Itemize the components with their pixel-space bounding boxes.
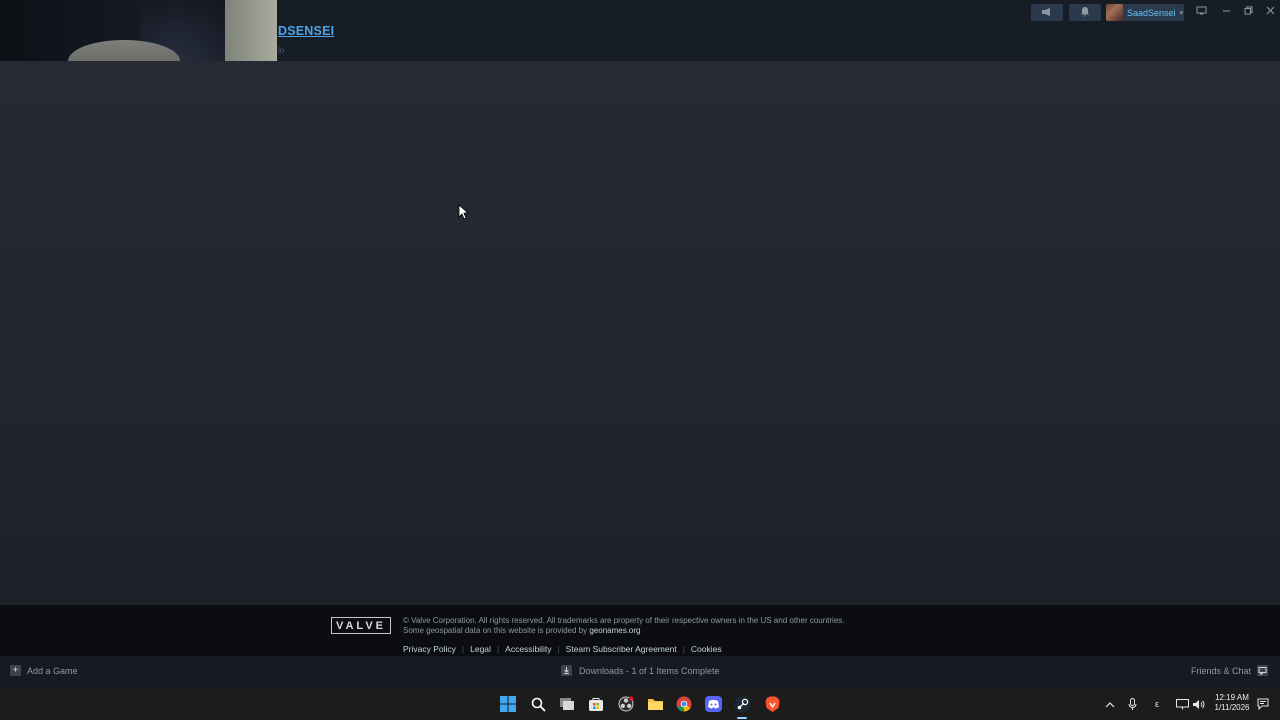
bell-icon bbox=[1080, 4, 1090, 22]
copyright-line: © Valve Corporation. All rights reserved… bbox=[403, 616, 845, 625]
clock-date: 1/11/2026 bbox=[1214, 703, 1250, 712]
add-game-label: Add a Game bbox=[27, 665, 78, 676]
privacy-policy-link[interactable]: Privacy Policy bbox=[403, 644, 456, 654]
geodata-line: Some geospatial data on this website is … bbox=[403, 626, 923, 636]
profile-subtext: lo bbox=[278, 46, 285, 55]
obs-icon[interactable] bbox=[617, 695, 635, 713]
network-icon[interactable] bbox=[1175, 697, 1189, 711]
volume-icon[interactable] bbox=[1191, 697, 1205, 711]
user-menu-button[interactable]: SaadSensei ▾ bbox=[1106, 4, 1184, 21]
geonames-link[interactable]: geonames.org bbox=[589, 626, 640, 635]
friends-chat-label: Friends & Chat bbox=[1190, 665, 1251, 676]
language-indicator[interactable]: ε bbox=[1150, 697, 1164, 711]
friends-chat-button[interactable]: Friends & Chat bbox=[1191, 665, 1268, 676]
store-icon[interactable] bbox=[587, 695, 605, 713]
main-content bbox=[0, 61, 1280, 605]
task-view-icon[interactable] bbox=[558, 695, 576, 713]
megaphone-icon bbox=[1041, 4, 1053, 22]
steam-bottom-bar: + Add a Game Downloads - 1 of 1 Items Co… bbox=[0, 656, 1280, 688]
announcements-button[interactable] bbox=[1031, 4, 1063, 21]
restore-button[interactable] bbox=[1239, 3, 1257, 19]
link-separator: | bbox=[557, 644, 560, 654]
restore-icon bbox=[1244, 2, 1253, 20]
minimize-button[interactable] bbox=[1217, 3, 1235, 19]
discord-icon[interactable] bbox=[704, 695, 722, 713]
minimize-icon bbox=[1222, 2, 1231, 20]
close-icon bbox=[1266, 2, 1275, 20]
user-menu-name: SaadSensei bbox=[1127, 7, 1176, 18]
chat-icon bbox=[1257, 665, 1268, 676]
avatar bbox=[1106, 4, 1123, 21]
microphone-icon[interactable] bbox=[1125, 697, 1139, 711]
downloads-button[interactable]: Downloads - 1 of 1 Items Complete bbox=[561, 665, 720, 676]
download-icon bbox=[561, 665, 572, 676]
windows-taskbar: ε 12:19 AM 1/11/2026 bbox=[0, 688, 1280, 720]
notification-center-icon[interactable] bbox=[1256, 697, 1270, 711]
close-button[interactable] bbox=[1261, 3, 1279, 19]
copyright-text: © Valve Corporation. All rights reserved… bbox=[403, 616, 923, 636]
big-picture-button[interactable] bbox=[1192, 3, 1210, 19]
link-separator: | bbox=[461, 644, 465, 654]
mouse-cursor-icon bbox=[458, 204, 470, 220]
brave-icon[interactable] bbox=[763, 695, 781, 713]
link-separator: | bbox=[682, 644, 685, 654]
accessibility-link[interactable]: Accessibility bbox=[505, 644, 551, 654]
monitor-icon bbox=[1196, 2, 1207, 20]
notifications-button[interactable] bbox=[1069, 4, 1101, 21]
windows-start-icon[interactable] bbox=[499, 695, 517, 713]
geodata-prefix: Some geospatial data on this website is … bbox=[403, 626, 590, 635]
link-separator: | bbox=[496, 644, 500, 654]
page-footer: VALVE © Valve Corporation. All rights re… bbox=[0, 605, 1280, 656]
search-icon[interactable] bbox=[529, 695, 547, 713]
steam-icon[interactable] bbox=[733, 695, 751, 713]
plus-icon: + bbox=[10, 665, 21, 676]
active-app-indicator bbox=[737, 717, 747, 719]
profile-name-link[interactable]: DSENSEI bbox=[278, 24, 334, 38]
chrome-icon[interactable] bbox=[675, 695, 693, 713]
valve-logo[interactable]: VALVE bbox=[331, 617, 391, 634]
subscriber-agreement-link[interactable]: Steam Subscriber Agreement bbox=[566, 644, 677, 654]
footer-links: Privacy Policy | Legal | Accessibility |… bbox=[403, 644, 722, 654]
downloads-status: Downloads - 1 of 1 Items Complete bbox=[579, 665, 720, 676]
chevron-down-icon: ▾ bbox=[1179, 9, 1184, 17]
system-clock[interactable]: 12:19 AM 1/11/2026 bbox=[1210, 693, 1254, 713]
legal-link[interactable]: Legal bbox=[470, 644, 491, 654]
cookies-link[interactable]: Cookies bbox=[691, 644, 722, 654]
file-explorer-icon[interactable] bbox=[646, 695, 664, 713]
chevron-up-icon[interactable] bbox=[1103, 697, 1117, 711]
clock-time: 12:19 AM bbox=[1215, 693, 1249, 702]
add-game-button[interactable]: + Add a Game bbox=[10, 665, 78, 676]
